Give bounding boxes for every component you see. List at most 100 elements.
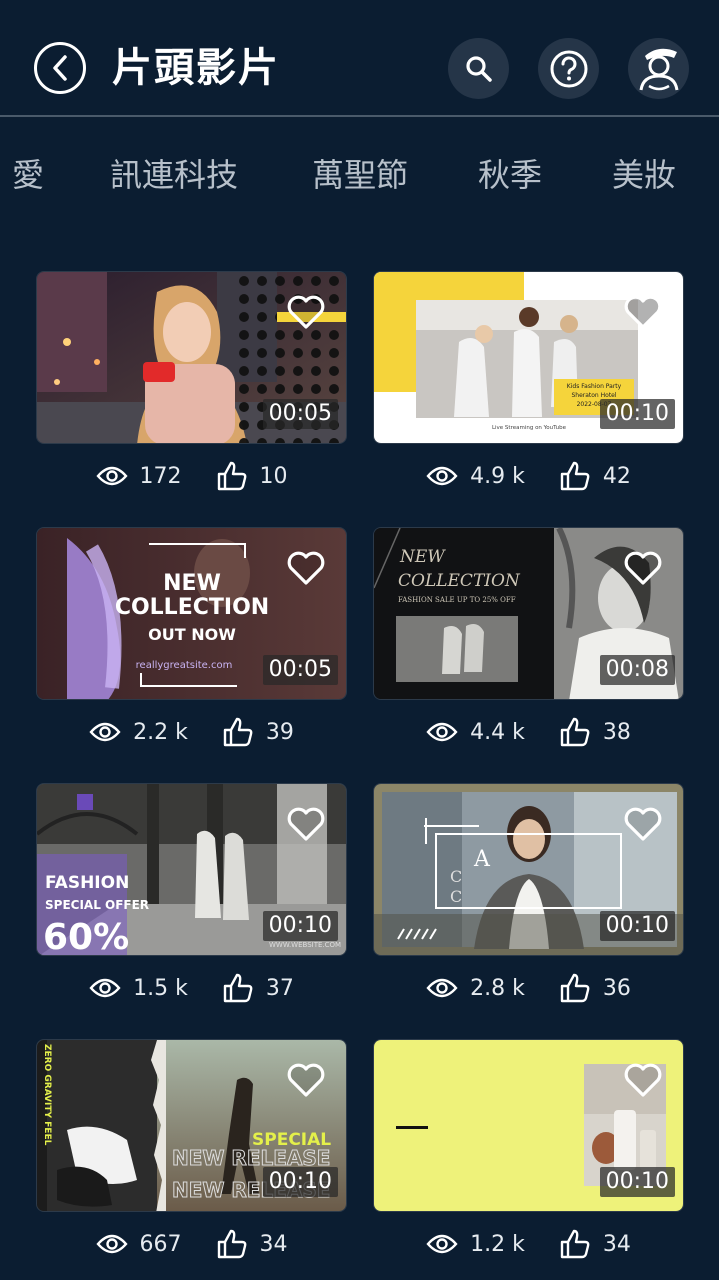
- video-duration: 00:10: [262, 1167, 338, 1197]
- overlay-text: NEW: [399, 547, 446, 567]
- like-count-value: 42: [602, 463, 631, 489]
- view-count: 4.9 k: [426, 464, 525, 489]
- tab-autumn[interactable]: 秋季: [478, 150, 542, 200]
- tab-halloween[interactable]: 萬聖節: [312, 150, 408, 200]
- overlay-text: COLLECTION: [115, 595, 269, 620]
- view-count-value: 1.5 k: [133, 975, 188, 1001]
- video-stats: 2.2 k 39: [36, 712, 347, 752]
- video-duration: 00:10: [599, 911, 675, 941]
- thumbs-up-icon: [560, 973, 590, 1003]
- tab-beauty[interactable]: 美妝: [612, 150, 676, 200]
- overlay-text: FASHION: [45, 873, 129, 893]
- video-stats: 4.4 k 38: [373, 712, 684, 752]
- thumbs-up-icon: [223, 973, 253, 1003]
- overlay-text: ZERO GRAVITY FEEL: [42, 1044, 52, 1146]
- like-count-value: 37: [265, 975, 294, 1001]
- overlay-text: 60%: [43, 917, 129, 956]
- overlay-text: Kids Fashion Party: [567, 383, 622, 390]
- eye-icon: [426, 466, 458, 486]
- view-count: 2.8 k: [426, 976, 525, 1001]
- like-count-value: 10: [259, 463, 288, 489]
- overlay-text: C: [450, 867, 462, 886]
- thumbs-up-icon: [560, 461, 590, 491]
- view-count-value: 4.4 k: [470, 719, 525, 745]
- like-count: 36: [559, 972, 631, 1004]
- video-card[interactable]: ZERO GRAVITY FEEL SPECIAL NEW RELEASE NE…: [36, 1039, 347, 1212]
- like-count-value: 39: [265, 719, 294, 745]
- heart-icon[interactable]: [286, 294, 326, 330]
- heart-icon[interactable]: [623, 550, 663, 586]
- heart-icon[interactable]: [623, 1062, 663, 1098]
- video-duration: 00:08: [599, 655, 675, 685]
- search-button[interactable]: [448, 38, 509, 99]
- heart-icon[interactable]: [623, 294, 663, 330]
- like-count: 34: [216, 1228, 288, 1260]
- video-card[interactable]: NEW COLLECTION OUT NOW reallygreatsite.c…: [36, 527, 347, 700]
- tab-cyberlink[interactable]: 訊連科技: [110, 150, 238, 200]
- category-tabs: 愛 訊連科技 萬聖節 秋季 美妝: [0, 150, 719, 200]
- eye-icon: [89, 722, 121, 742]
- like-count: 42: [559, 460, 631, 492]
- video-card[interactable]: NEW COLLECTION FASHION SALE UP TO 25% OF…: [373, 527, 684, 700]
- like-count: 38: [559, 716, 631, 748]
- like-count: 37: [222, 972, 294, 1004]
- eye-icon: [89, 978, 121, 998]
- thumbs-up-icon: [560, 717, 590, 747]
- view-count-value: 2.2 k: [133, 719, 188, 745]
- video-card[interactable]: A C C 00:10: [373, 783, 684, 956]
- like-count: 39: [222, 716, 294, 748]
- thumbs-up-icon: [217, 461, 246, 491]
- eye-icon: [426, 978, 458, 998]
- video-card[interactable]: FASHION SPECIAL OFFER 60% WWW.WEBSITE.CO…: [36, 783, 347, 956]
- eye-icon: [95, 466, 128, 486]
- like-count-value: 36: [602, 975, 631, 1001]
- heart-icon[interactable]: [286, 806, 326, 842]
- page-title: 片頭影片: [112, 45, 280, 91]
- video-card[interactable]: 00:10: [373, 1039, 684, 1212]
- eye-icon: [426, 722, 458, 742]
- help-icon: [550, 50, 587, 87]
- video-stats: 4.9 k 42: [373, 456, 684, 496]
- overlay-text: A: [473, 847, 491, 872]
- thumbs-up-icon: [217, 1229, 246, 1259]
- view-count-value: 4.9 k: [470, 463, 525, 489]
- view-count: 667: [95, 1232, 182, 1257]
- like-count: 34: [559, 1228, 631, 1260]
- tab-love[interactable]: 愛: [12, 150, 44, 200]
- view-count: 4.4 k: [426, 720, 525, 745]
- video-duration: 00:05: [262, 399, 338, 429]
- overlay-text: SPECIAL OFFER: [45, 898, 149, 912]
- overlay-text: WWW.WEBSITE.COM: [269, 941, 341, 949]
- header-divider: [0, 115, 719, 117]
- view-count: 172: [95, 463, 182, 489]
- overlay-text: Sheraton Hotel: [571, 392, 616, 399]
- like-count-value: 34: [259, 1231, 288, 1257]
- like-count-value: 34: [602, 1231, 631, 1257]
- like-count-value: 38: [602, 719, 631, 745]
- eye-icon: [426, 1234, 458, 1254]
- overlay-text: reallygreatsite.com: [136, 660, 233, 671]
- view-count: 2.2 k: [89, 720, 188, 745]
- search-icon: [465, 55, 492, 82]
- help-button[interactable]: [538, 38, 599, 99]
- like-count: 10: [216, 460, 288, 492]
- overlay-text: Live Streaming on YouTube: [492, 425, 567, 431]
- video-card[interactable]: 00:05: [36, 271, 347, 444]
- overlay-text: COLLECTION: [398, 571, 521, 591]
- video-duration: 00:10: [262, 911, 338, 941]
- back-button[interactable]: [34, 42, 86, 94]
- heart-icon[interactable]: [286, 550, 326, 586]
- video-duration: 00:10: [599, 399, 675, 429]
- app-header: 片頭影片: [0, 0, 719, 116]
- view-count-value: 172: [139, 463, 182, 489]
- heart-icon[interactable]: [623, 806, 663, 842]
- view-count-value: 2.8 k: [470, 975, 525, 1001]
- heart-icon[interactable]: [286, 1062, 326, 1098]
- overlay-text: OUT NOW: [148, 625, 236, 644]
- overlay-text: NEW: [163, 571, 221, 596]
- thumbs-up-icon: [223, 717, 253, 747]
- video-duration: 00:05: [262, 655, 338, 685]
- profile-button[interactable]: [628, 38, 689, 99]
- eye-icon: [95, 1234, 128, 1254]
- video-card[interactable]: Kids Fashion Party Sheraton Hotel 2022-0…: [373, 271, 684, 444]
